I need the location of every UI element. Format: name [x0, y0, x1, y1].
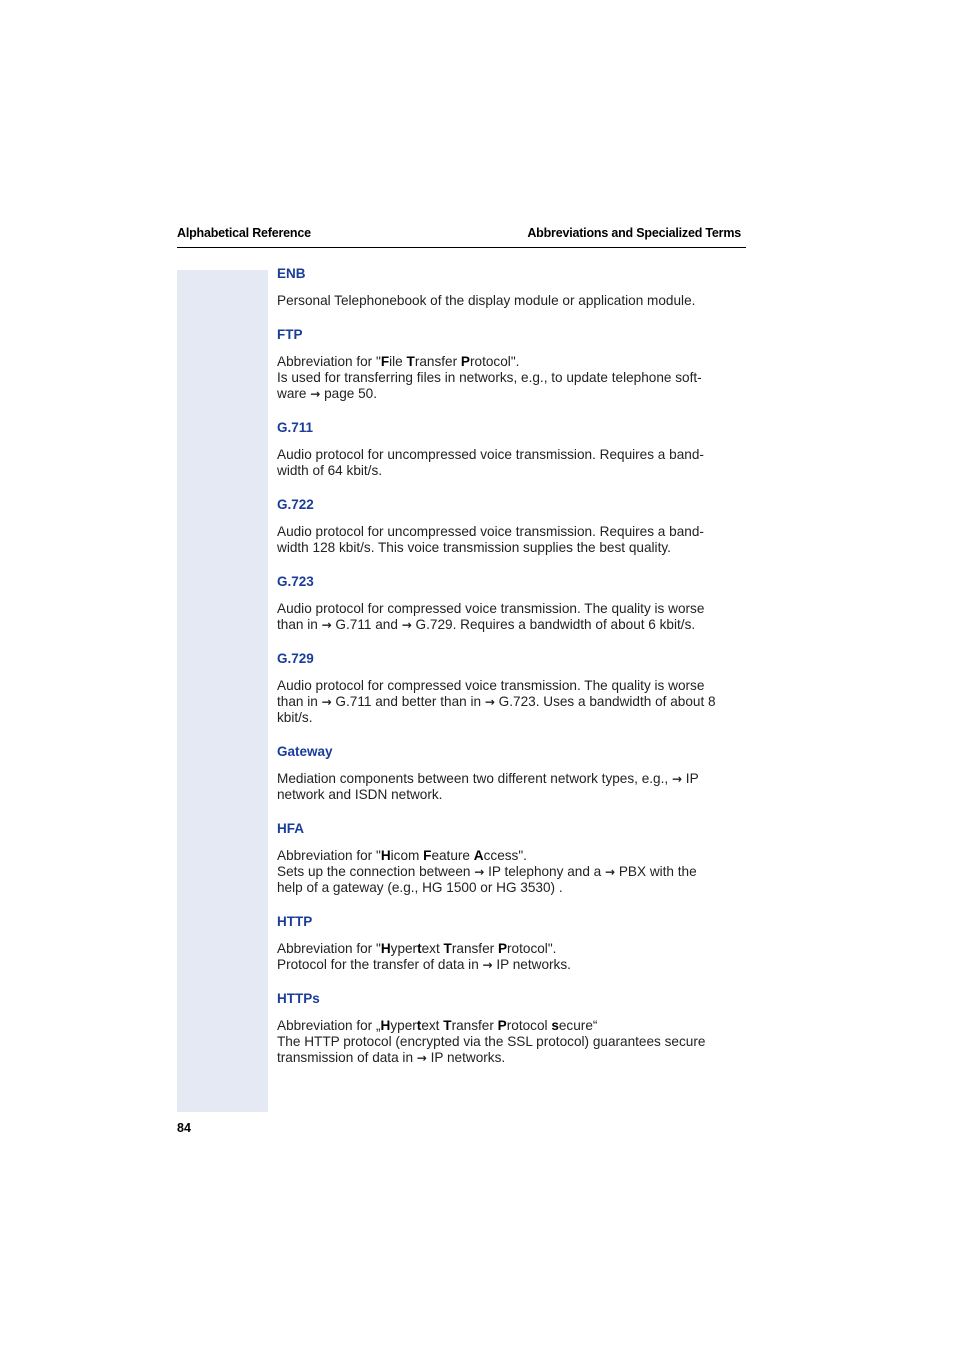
description-line: network and ISDN network. [277, 787, 443, 802]
glossary-term: HTTP [277, 914, 313, 929]
description-line: kbit/s. [277, 710, 313, 725]
cross-reference-arrow-icon: → [474, 865, 485, 879]
cross-reference-arrow-icon: → [671, 772, 683, 786]
cross-reference-arrow-icon: → [484, 695, 495, 709]
description-line: Protocol for the transfer of data in → I… [277, 957, 571, 972]
glossary-entry-g729: G.729 Audio protocol for compressed voice… [277, 651, 747, 726]
description-line: The HTTP protocol (encrypted via the SSL… [277, 1034, 706, 1049]
glossary-description: Audio protocol for uncompressed voice tr… [277, 524, 747, 556]
glossary-term: Gateway [277, 744, 333, 759]
sidebar-margin-band [177, 270, 268, 1112]
page-number: 84 [177, 1121, 191, 1135]
cross-reference-arrow-icon: → [321, 618, 332, 632]
description-line: Audio protocol for compressed voice tran… [277, 678, 705, 693]
description-line: Personal Telephonebook of the display mo… [277, 293, 696, 308]
cross-reference-arrow-icon: → [605, 865, 616, 879]
header-section-title: Alphabetical Reference [177, 226, 311, 240]
cross-reference-arrow-icon: → [482, 958, 493, 972]
description-line: Audio protocol for uncompressed voice tr… [277, 524, 704, 539]
glossary-description: Audio protocol for compressed voice tran… [277, 678, 747, 726]
glossary-description: Audio protocol for compressed voice tran… [277, 601, 747, 633]
cross-reference-arrow-icon: → [401, 618, 412, 632]
glossary-description: Abbreviation for "Hypertext Transfer Pro… [277, 941, 747, 973]
cross-reference-arrow-icon: → [310, 387, 321, 401]
cross-reference-arrow-icon: → [416, 1051, 427, 1065]
glossary-description: Abbreviation for "Hicom Feature Access".… [277, 848, 747, 896]
glossary-term: HTTPs [277, 991, 320, 1006]
glossary-term: ENB [277, 266, 306, 281]
description-line: width of 64 kbit/s. [277, 463, 383, 478]
glossary-description: Abbreviation for "File Transfer Protocol… [277, 354, 747, 402]
description-line: Mediation components between two differe… [277, 771, 699, 786]
description-line: Is used for transferring files in networ… [277, 370, 702, 385]
running-header: Alphabetical Reference Abbreviations and… [177, 226, 746, 248]
cross-reference-arrow-icon: → [321, 695, 332, 709]
glossary-entry-http: HTTP Abbreviation for "Hypertext Transfer… [277, 914, 747, 973]
glossary-entry-hfa: HFA Abbreviation for "Hicom Feature Acces… [277, 821, 747, 896]
description-line: Audio protocol for uncompressed voice tr… [277, 447, 704, 462]
header-chapter-title: Abbreviations and Specialized Terms [527, 226, 741, 240]
glossary-description: Abbreviation for „Hypertext Transfer Pro… [277, 1018, 747, 1066]
description-line: width 128 kbit/s. This voice transmissio… [277, 540, 671, 555]
glossary-entry-g711: G.711 Audio protocol for uncompressed voi… [277, 420, 747, 479]
glossary-entry-gateway: Gateway Mediation components between two … [277, 744, 747, 803]
abbreviation-expansion: Abbreviation for „Hypertext Transfer Pro… [277, 1018, 598, 1033]
glossary-entry-g723: G.723 Audio protocol for compressed voice… [277, 574, 747, 633]
glossary-description: Mediation components between two differe… [277, 771, 747, 803]
glossary-description: Personal Telephonebook of the display mo… [277, 293, 747, 309]
description-line: ware → page 50. [277, 386, 378, 401]
glossary-term: FTP [277, 327, 303, 342]
glossary-term: HFA [277, 821, 304, 836]
glossary-entry-https: HTTPs Abbreviation for „Hypertext Transfe… [277, 991, 747, 1066]
description-line: Audio protocol for compressed voice tran… [277, 601, 705, 616]
abbreviation-expansion: Abbreviation for "File Transfer Protocol… [277, 354, 520, 369]
description-line: help of a gateway (e.g., HG 1500 or HG 3… [277, 880, 563, 895]
description-line: transmission of data in → IP networks. [277, 1050, 506, 1065]
glossary-entry-ftp: FTP Abbreviation for "File Transfer Proto… [277, 327, 747, 402]
glossary-term: G.722 [277, 497, 314, 512]
glossary-entry-g722: G.722 Audio protocol for uncompressed voi… [277, 497, 747, 556]
description-line: than in → G.711 and → G.729. Requires a … [277, 617, 696, 632]
glossary-term: G.711 [277, 420, 314, 435]
glossary-term: G.723 [277, 574, 314, 589]
glossary-description: Audio protocol for uncompressed voice tr… [277, 447, 747, 479]
glossary-entry-enb: ENB Personal Telephonebook of the display… [277, 266, 747, 309]
abbreviation-expansion: Abbreviation for "Hypertext Transfer Pro… [277, 941, 557, 956]
glossary-term: G.729 [277, 651, 314, 666]
description-line: Sets up the connection between → IP tele… [277, 864, 697, 879]
description-line: than in → G.711 and better than in → G.7… [277, 694, 716, 709]
abbreviation-expansion: Abbreviation for "Hicom Feature Access". [277, 848, 527, 863]
